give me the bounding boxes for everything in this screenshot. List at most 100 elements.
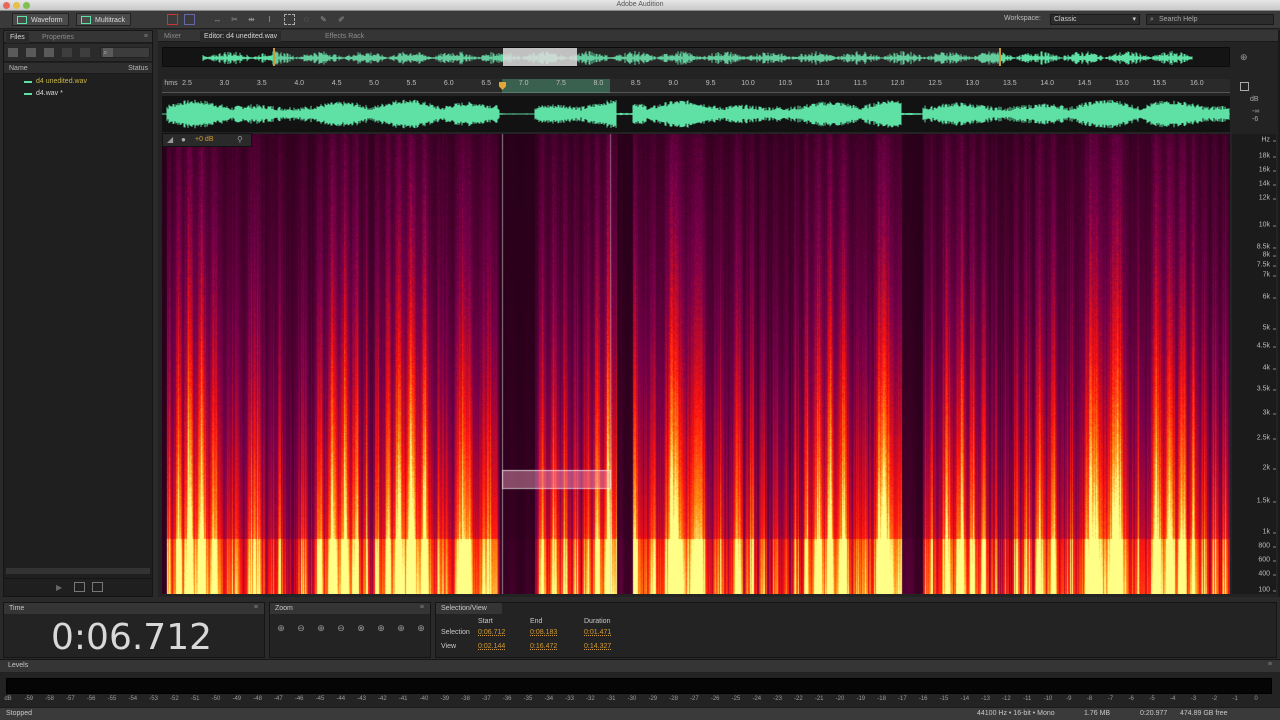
overview-visible-range[interactable]	[273, 48, 1001, 66]
level-scale-label: -43	[357, 696, 366, 702]
tab-files[interactable]: Files	[6, 32, 29, 43]
waveform-graphic	[161, 99, 1230, 129]
frequency-label: 1.5k	[1256, 497, 1277, 505]
overview-selection-highlight[interactable]	[503, 48, 577, 66]
panel-menu-icon[interactable]: ≡	[420, 604, 424, 611]
razor-tool-icon[interactable]: ✂	[229, 14, 240, 25]
tab-effects-rack[interactable]: Effects Rack	[321, 31, 368, 42]
brush-tool-icon[interactable]: ✎	[318, 14, 329, 25]
spot-healing-tool-icon[interactable]: ✐	[336, 14, 347, 25]
tab-properties[interactable]: Properties	[38, 32, 78, 43]
waveform-mode-button[interactable]: Waveform	[12, 13, 69, 26]
ruler-tick-label: 10.0	[741, 80, 755, 87]
selection-row-label: Selection	[441, 629, 470, 636]
view-row-label: View	[441, 643, 457, 650]
view-duration-value[interactable]: 0:14.327	[584, 643, 611, 650]
lasso-tool-icon[interactable]: ◌	[301, 14, 312, 25]
level-scale-label: -17	[898, 696, 907, 702]
zoom-in-left-edge-icon[interactable]: ⊕	[394, 623, 408, 635]
zoom-to-selection-icon[interactable]: ⊕	[374, 623, 388, 635]
gain-value[interactable]: +0 dB	[195, 136, 214, 143]
level-scale-label: -53	[149, 696, 158, 702]
panel-menu-icon[interactable]: ≡	[254, 604, 258, 611]
column-name[interactable]: Name	[9, 63, 28, 74]
sample-format: 44100 Hz • 16-bit • Mono	[977, 710, 1055, 717]
time-ruler[interactable]: hms 2.5 3.0 3.5 4.0 4.5 5.0 5.5 6.0 6.5 7.0 7.5 8.0…	[162, 79, 1230, 93]
zoom-navigator-icon[interactable]: ⊕	[1240, 52, 1248, 63]
ruler-tick-label: 15.0	[1115, 80, 1129, 87]
time-selection-tool-icon[interactable]: I	[264, 14, 275, 25]
file-list-item[interactable]: d4.wav *	[24, 89, 63, 97]
view-end-value[interactable]: 0:16.472	[530, 643, 557, 650]
delete-file-icon[interactable]	[80, 48, 90, 57]
zoom-out-time-icon[interactable]: ⊖	[334, 623, 348, 635]
level-scale-label: -21	[814, 696, 824, 702]
level-scale-label: -5	[1149, 696, 1155, 702]
ruler-tick-label: 16.0	[1189, 80, 1204, 87]
level-scale-label: -48	[253, 696, 262, 702]
workspace-select[interactable]: Classic ▾	[1050, 14, 1140, 25]
zoom-in-time-icon[interactable]: ⊕	[314, 623, 328, 635]
lock-icon[interactable]	[1240, 82, 1249, 91]
files-horizontal-scrollbar[interactable]	[6, 568, 150, 574]
close-file-icon[interactable]	[62, 48, 72, 57]
selection-duration-value[interactable]: 0:01.471	[584, 629, 611, 636]
pin-icon[interactable]: ⚲	[237, 135, 243, 144]
multitrack-mode-button[interactable]: Multitrack	[76, 13, 131, 26]
zoom-out-amplitude-icon[interactable]: ⊖	[294, 623, 308, 635]
search-help-input[interactable]: ⌕ Search Help	[1146, 14, 1274, 25]
marquee-tool-icon[interactable]	[284, 14, 295, 25]
slip-tool-icon[interactable]: ⇹	[246, 14, 257, 25]
open-file-icon[interactable]	[8, 48, 18, 57]
overview-waveform[interactable]	[162, 47, 1230, 67]
move-tool-icon[interactable]: ↔	[212, 14, 223, 25]
tab-editor[interactable]: Editor: d4 unedited.wav	[200, 31, 282, 42]
loop-icon[interactable]	[74, 582, 85, 592]
new-file-icon[interactable]	[44, 48, 54, 57]
autoplay-icon[interactable]	[92, 582, 103, 592]
frequency-scale: Hz 18k 16k 14k 12k 10k 8.5k 8k 7.5k 7k 6k 5k 4.5k 4k 3…	[1232, 134, 1277, 594]
level-scale-label: -15	[939, 696, 949, 702]
level-scale-label: -10	[1043, 696, 1053, 702]
selection-start-value[interactable]: 0:06.712	[478, 629, 505, 636]
import-file-icon[interactable]	[26, 48, 36, 57]
hud-meter-icon: ◢	[167, 135, 174, 144]
panel-menu-icon[interactable]: ≡	[144, 33, 148, 40]
tab-mixer[interactable]: Mixer	[160, 31, 185, 42]
level-scale-label: -44	[336, 696, 346, 702]
spectral-view-icon[interactable]	[184, 14, 195, 25]
level-scale-label: -8	[1086, 696, 1093, 702]
zoom-in-right-edge-icon[interactable]: ⊕	[414, 623, 428, 635]
selection-view-title: Selection/View	[436, 603, 502, 614]
zoom-in-amplitude-icon[interactable]: ⊕	[274, 623, 288, 635]
transport-state: Stopped	[6, 710, 33, 717]
frequency-label: 8k	[1262, 251, 1277, 259]
hud-gain-control[interactable]: ◢ ● +0 dB ⚲	[162, 133, 252, 147]
volume-knob-icon[interactable]: ●	[181, 135, 186, 144]
files-search-input[interactable]: ⌕	[100, 47, 150, 58]
level-scale-label: -47	[274, 696, 283, 702]
editor-tabs: Mixer Editor: d4 unedited.wav Effects Ra…	[158, 30, 1280, 42]
file-list-item[interactable]: d4 unedited.wav	[24, 77, 87, 85]
panel-menu-icon[interactable]: ≡	[1268, 661, 1272, 668]
column-status[interactable]: Status	[128, 63, 148, 74]
view-start-value[interactable]: 0:02.144	[478, 643, 505, 650]
frequency-label: 4.5k	[1256, 342, 1277, 350]
column-start: Start	[478, 618, 493, 625]
waveform-lane[interactable]	[161, 96, 1230, 132]
chevron-down-icon: ▾	[1132, 16, 1136, 23]
waveform-view-icon[interactable]	[167, 14, 178, 25]
db-scale: dB -∞ -6	[1232, 96, 1276, 132]
search-icon: ⌕	[1150, 16, 1154, 23]
zoom-out-full-icon[interactable]: ⊗	[354, 623, 368, 635]
level-scale-label: -12	[1002, 696, 1011, 702]
play-icon[interactable]: ▶	[56, 583, 62, 592]
files-panel-footer: ▶	[4, 578, 152, 596]
level-scale-label: -57	[66, 696, 75, 702]
frequency-label: 600	[1258, 556, 1276, 564]
level-scale-label: -29	[648, 696, 658, 702]
selection-end-value[interactable]: 0:08.183	[530, 629, 557, 636]
spectral-frequency-display[interactable]	[162, 134, 1230, 594]
level-scale-label: -41	[398, 696, 408, 702]
level-scale-label: -38	[461, 696, 470, 702]
